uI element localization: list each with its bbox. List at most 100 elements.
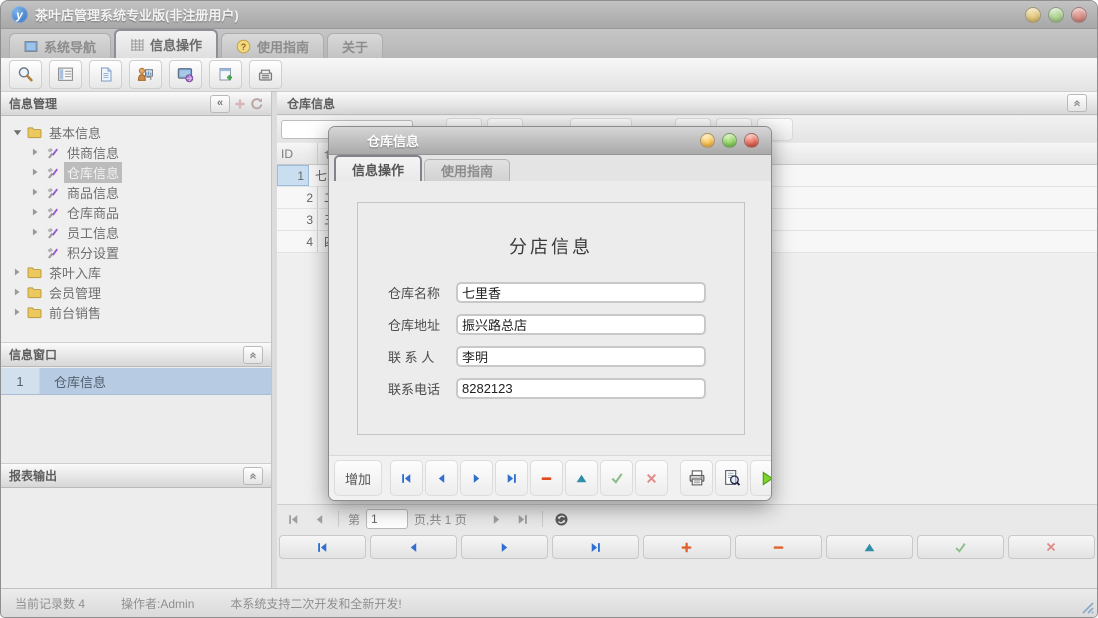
nav-last-button[interactable] (552, 535, 639, 559)
warehouse-address-input[interactable] (456, 314, 706, 335)
dialog-post-button[interactable] (600, 460, 633, 496)
expand-arrow-icon[interactable] (29, 186, 41, 198)
nav-edit-button[interactable] (826, 535, 913, 559)
warehouse-name-input[interactable] (456, 282, 706, 303)
document-button[interactable] (89, 60, 122, 89)
collapse-sidebar-button[interactable]: « (210, 95, 230, 113)
expand-arrow-icon[interactable] (29, 226, 41, 238)
dialog-maximize-button[interactable] (722, 133, 737, 148)
dialog-tab-info-operation[interactable]: 信息操作 (334, 155, 422, 182)
dialog-toolbar: 增加 (329, 455, 771, 500)
panel-title: 信息管理 (9, 95, 57, 112)
tab-label: 使用指南 (257, 37, 309, 56)
tab-user-guide[interactable]: ? 使用指南 (221, 33, 324, 58)
tab-info-operation[interactable]: 信息操作 (114, 29, 218, 58)
dialog-last-button[interactable] (495, 460, 528, 496)
nav-insert-button[interactable] (643, 535, 730, 559)
cell-id: 2 (277, 187, 318, 208)
page-number-input[interactable] (366, 509, 408, 529)
tree-item-front-sales[interactable]: 前台销售 (1, 302, 271, 322)
expand-arrow-icon[interactable] (29, 206, 41, 218)
search-button[interactable] (9, 60, 42, 89)
status-bar: 当前记录数 4 操作者:Admin 本系统支持二次开发和全新开发! (1, 588, 1097, 617)
nav-prev-button[interactable] (370, 535, 457, 559)
field-label-contact-phone: 联系电话 (388, 379, 456, 398)
archive-box-button[interactable] (249, 60, 282, 89)
pagination-bar: 第 页,共 1 页 (277, 504, 1097, 533)
dialog-minimize-button[interactable] (700, 133, 715, 148)
dialog-next-button[interactable] (460, 460, 493, 496)
tree-item-supplier-info[interactable]: 供商信息 (1, 142, 271, 162)
dialog-cancel-button[interactable] (635, 460, 668, 496)
dialog-execute-button[interactable] (750, 460, 772, 496)
tree-item-warehouse-product[interactable]: 仓库商品 (1, 202, 271, 222)
maximize-button[interactable] (1048, 7, 1064, 23)
collapse-main-panel-button[interactable] (1067, 94, 1087, 112)
info-management-header: 信息管理 « (1, 91, 271, 116)
user-chart-button[interactable] (129, 60, 162, 89)
dialog-title-bar[interactable]: 仓库信息 (329, 127, 771, 155)
report-list-button[interactable] (49, 60, 82, 89)
print-preview-icon (723, 469, 741, 487)
next-page-button[interactable] (487, 509, 507, 529)
expand-arrow-icon[interactable] (29, 146, 41, 158)
prev-page-button[interactable] (309, 509, 329, 529)
tools-icon (45, 185, 60, 199)
collapse-arrow-icon[interactable] (11, 126, 23, 138)
dialog-delete-button[interactable] (530, 460, 563, 496)
minimize-button[interactable] (1025, 7, 1041, 23)
nav-delete-button[interactable] (735, 535, 822, 559)
nav-next-button[interactable] (461, 535, 548, 559)
record-nav-bar (279, 535, 1095, 559)
tree-item-basic-info[interactable]: 基本信息 (1, 122, 271, 142)
dialog-first-button[interactable] (390, 460, 423, 496)
next-icon (470, 472, 483, 485)
close-button[interactable] (1071, 7, 1087, 23)
nav-first-button[interactable] (279, 535, 366, 559)
tree-label: 基本信息 (46, 122, 104, 143)
refresh-icon[interactable] (250, 97, 263, 110)
expand-arrow-icon[interactable] (11, 286, 23, 298)
tree-label-selected: 仓库信息 (64, 162, 122, 183)
tab-about[interactable]: 关于 (327, 33, 383, 58)
minus-icon (772, 541, 785, 554)
info-window-list: 1 仓库信息 (1, 367, 271, 463)
dialog-edit-button[interactable] (565, 460, 598, 496)
column-header-id[interactable]: ID (277, 143, 318, 164)
dialog-tab-user-guide[interactable]: 使用指南 (424, 159, 510, 181)
contact-person-input[interactable] (456, 346, 706, 367)
contact-phone-input[interactable] (456, 378, 706, 399)
last-page-button[interactable] (513, 509, 533, 529)
cell-id: 3 (277, 209, 318, 230)
tree-item-tea-inbound[interactable]: 茶叶入库 (1, 262, 271, 282)
screen-globe-icon (177, 66, 194, 83)
expand-arrow-icon[interactable] (11, 266, 23, 278)
dialog-print-button[interactable] (680, 460, 713, 496)
record-count-label: 当前记录数 4 (15, 595, 85, 612)
add-record-button[interactable]: 增加 (334, 460, 382, 496)
dialog-preview-button[interactable] (715, 460, 748, 496)
collapse-panel-button[interactable] (243, 467, 263, 485)
dialog-prev-button[interactable] (425, 460, 458, 496)
expand-arrow-icon[interactable] (29, 166, 41, 178)
window-add-button[interactable] (209, 60, 242, 89)
tab-system-nav[interactable]: 系统导航 (9, 33, 111, 58)
resize-grip[interactable] (1080, 600, 1094, 614)
tree-item-employee-info[interactable]: 员工信息 (1, 222, 271, 242)
add-icon[interactable] (234, 98, 246, 110)
tree-item-warehouse-info[interactable]: 仓库信息 (1, 162, 271, 182)
collapse-panel-button[interactable] (243, 346, 263, 364)
tree-item-points-setting[interactable]: 积分设置 (1, 242, 271, 262)
expand-arrow-icon[interactable] (11, 306, 23, 318)
app-logo-icon: y (11, 6, 28, 23)
info-window-row[interactable]: 1 仓库信息 (1, 368, 271, 395)
status-message: 本系统支持二次开发和全新开发! (230, 595, 401, 612)
refresh-icon[interactable] (552, 509, 572, 529)
tree-item-product-info[interactable]: 商品信息 (1, 182, 271, 202)
nav-cancel-button[interactable] (1008, 535, 1095, 559)
first-page-button[interactable] (283, 509, 303, 529)
screen-globe-button[interactable] (169, 60, 202, 89)
tree-item-member-management[interactable]: 会员管理 (1, 282, 271, 302)
dialog-close-button[interactable] (744, 133, 759, 148)
nav-post-button[interactable] (917, 535, 1004, 559)
